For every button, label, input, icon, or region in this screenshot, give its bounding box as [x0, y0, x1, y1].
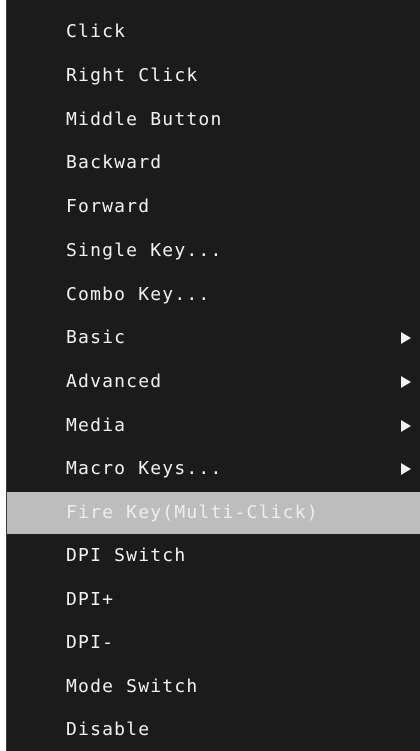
- menu-item-label: DPI+: [66, 589, 115, 610]
- menu-item-right-click[interactable]: Right Click: [7, 57, 420, 95]
- menu-item-disable[interactable]: Disable: [7, 711, 420, 749]
- menu-item-label: Single Key...: [66, 240, 223, 261]
- menu-item-label: Advanced: [66, 371, 163, 392]
- submenu-arrow-icon: [401, 463, 411, 475]
- menu-item-label: Middle Button: [66, 109, 223, 130]
- menu-item-dpi-minus[interactable]: DPI-: [7, 624, 420, 662]
- submenu-arrow-icon: [401, 420, 411, 432]
- menu-item-label: Right Click: [66, 65, 199, 86]
- menu-item-dpi-plus[interactable]: DPI+: [7, 581, 420, 619]
- menu-item-macro-keys[interactable]: Macro Keys...: [7, 450, 420, 488]
- context-menu: Click Right Click Middle Button Backward…: [6, 0, 420, 751]
- menu-item-label: Mode Switch: [66, 676, 199, 697]
- menu-item-single-key[interactable]: Single Key...: [7, 232, 420, 270]
- menu-item-label: Backward: [66, 152, 163, 173]
- menu-item-label: Media: [66, 415, 127, 436]
- menu-item-label: Macro Keys...: [66, 458, 223, 479]
- submenu-arrow-icon: [401, 376, 411, 388]
- menu-item-dpi-switch[interactable]: DPI Switch: [7, 537, 420, 575]
- menu-item-label: Basic: [66, 327, 127, 348]
- menu-item-combo-key[interactable]: Combo Key...: [7, 276, 420, 314]
- menu-item-mode-switch[interactable]: Mode Switch: [7, 668, 420, 706]
- menu-item-backward[interactable]: Backward: [7, 144, 420, 182]
- menu-item-basic[interactable]: Basic: [7, 319, 420, 357]
- menu-item-label: Combo Key...: [66, 284, 211, 305]
- menu-item-label: Forward: [66, 196, 151, 217]
- menu-item-label: DPI-: [66, 632, 115, 653]
- menu-item-label: Fire Key(Multi-Click): [66, 502, 319, 523]
- menu-item-label: Disable: [66, 719, 151, 740]
- menu-item-advanced[interactable]: Advanced: [7, 363, 420, 401]
- menu-item-middle-button[interactable]: Middle Button: [7, 101, 420, 139]
- menu-item-fire-key[interactable]: Fire Key(Multi-Click): [7, 492, 420, 534]
- menu-item-click[interactable]: Click: [7, 13, 420, 51]
- menu-item-label: DPI Switch: [66, 545, 187, 566]
- menu-item-forward[interactable]: Forward: [7, 188, 420, 226]
- submenu-arrow-icon: [401, 332, 411, 344]
- menu-item-label: Click: [66, 21, 127, 42]
- menu-item-media[interactable]: Media: [7, 407, 420, 445]
